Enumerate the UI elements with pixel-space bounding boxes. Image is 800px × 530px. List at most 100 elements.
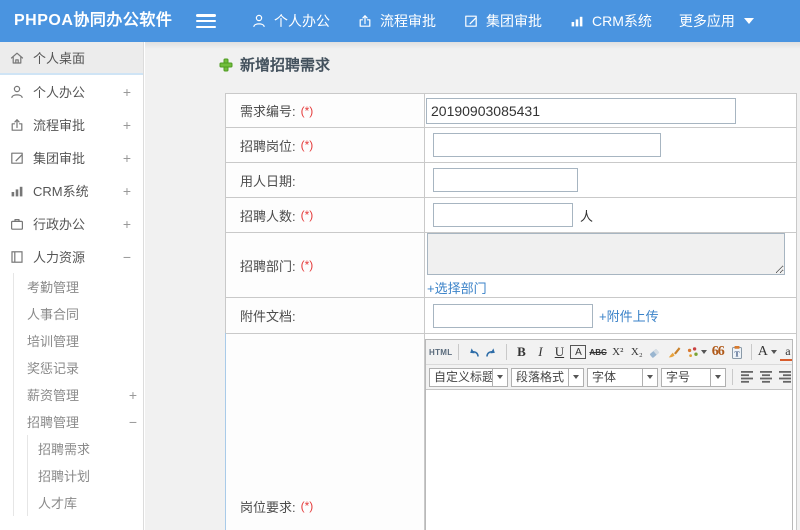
hamburger-menu-icon[interactable]	[196, 14, 216, 28]
sidebar-item-salary-mgmt[interactable]: 薪资管理 +	[14, 381, 143, 408]
svg-text:T: T	[734, 349, 739, 358]
superscript-button[interactable]: X²	[610, 343, 626, 361]
sidebar-item-label: 奖惩记录	[27, 361, 80, 376]
topbar-item-workflow-approval[interactable]: 流程审批	[357, 11, 436, 31]
topbar-item-more-apps[interactable]: 更多应用	[679, 11, 754, 31]
format-painter-icon[interactable]	[667, 343, 683, 361]
field-label-recruit-department: 招聘部门: (*)	[226, 233, 425, 297]
sidebar-item-label: 招聘计划	[38, 469, 91, 484]
sidebar-item-label: 个人桌面	[33, 51, 86, 66]
sidebar-item-training-mgmt[interactable]: 培训管理	[14, 327, 143, 354]
toolbar-separator	[506, 344, 508, 360]
heading-select[interactable]: 自定义标题	[429, 367, 508, 387]
field-label-job-requirements: 岗位要求: (*)	[226, 334, 425, 530]
field-value-cell	[425, 128, 796, 162]
underline-button[interactable]: U	[551, 343, 567, 361]
expand-plus-icon[interactable]: +	[123, 84, 137, 100]
sidebar-item-label: 集团审批	[33, 151, 86, 166]
expand-plus-icon[interactable]: +	[123, 183, 137, 199]
flow-icon	[9, 117, 25, 133]
sidebar-item-reward-punishment[interactable]: 奖惩记录	[14, 354, 143, 381]
sidebar: 个人桌面 个人办公 + 流程审批 + 集团审批 + CRM系统 + 行政办公 +	[0, 42, 144, 530]
request-number-input[interactable]	[426, 97, 736, 124]
sidebar-item-workflow-approval[interactable]: 流程审批 +	[0, 108, 143, 141]
align-left-icon[interactable]	[739, 368, 755, 386]
sidebar-item-label: CRM系统	[33, 184, 89, 199]
paste-icon[interactable]: T	[729, 343, 745, 361]
sidebar-item-attendance-mgmt[interactable]: 考勤管理	[14, 273, 143, 300]
editor-content-area[interactable]	[426, 390, 792, 530]
recruit-department-textarea[interactable]	[427, 233, 785, 275]
sidebar-item-personal-office[interactable]: 个人办公 +	[0, 75, 143, 108]
sidebar-item-admin-office[interactable]: 行政办公 +	[0, 207, 143, 240]
app-logo: PHPOA协同办公软件	[14, 12, 173, 29]
required-mark: (*)	[300, 138, 314, 152]
field-label-hire-date: 用人日期:	[226, 163, 425, 197]
expand-plus-icon[interactable]: +	[123, 216, 137, 232]
topbar-item-label: CRM系统	[592, 13, 652, 29]
undo-icon[interactable]	[465, 343, 481, 361]
field-value-cell	[425, 94, 796, 127]
attachment-upload-link[interactable]: +附件上传	[599, 306, 659, 325]
sidebar-item-talent-pool[interactable]: 人才库	[28, 489, 143, 516]
required-mark: (*)	[300, 499, 314, 513]
redo-icon[interactable]	[484, 343, 500, 361]
field-label: 招聘人数:	[240, 208, 296, 224]
recruitment-request-form: 需求编号: (*) 招聘岗位: (*) 用人日期:	[225, 93, 797, 530]
attachment-input[interactable]	[433, 303, 593, 328]
sidebar-item-crm-system[interactable]: CRM系统 +	[0, 174, 143, 207]
eraser-icon[interactable]	[648, 343, 664, 361]
paragraph-format-select[interactable]: 段落格式	[511, 367, 584, 387]
recruit-position-input[interactable]	[433, 133, 661, 157]
form-row: 招聘部门: (*) +选择部门	[226, 233, 796, 298]
italic-button[interactable]: I	[532, 343, 548, 361]
collapse-minus-icon[interactable]: −	[129, 414, 143, 430]
html-source-button[interactable]: HTML	[429, 343, 452, 361]
recruit-count-input[interactable]	[433, 203, 573, 227]
home-icon	[9, 50, 25, 66]
align-right-icon[interactable]	[777, 368, 792, 386]
blockquote-button[interactable]: 66	[710, 343, 726, 361]
font-style-box-button[interactable]: A	[570, 345, 587, 359]
subscript-button[interactable]: X₂	[629, 343, 645, 361]
field-label: 需求编号:	[240, 104, 296, 119]
topbar-item-label: 更多应用	[678, 13, 735, 29]
align-center-icon[interactable]	[758, 368, 774, 386]
topbar-item-group-approval[interactable]: 集团审批	[463, 11, 542, 31]
briefcase-icon	[9, 216, 25, 232]
expand-plus-icon[interactable]: +	[123, 150, 137, 166]
toolbar-separator	[750, 344, 752, 360]
expand-plus-icon[interactable]: +	[129, 387, 143, 403]
sidebar-item-personal-desktop[interactable]: 个人桌面	[0, 42, 143, 75]
sidebar-item-recruitment-plan[interactable]: 招聘计划	[28, 462, 143, 489]
sidebar-item-label: 招聘管理	[27, 415, 80, 430]
font-size-select[interactable]: 字号	[661, 367, 726, 387]
background-color-button[interactable]: a	[779, 343, 792, 361]
sidebar-item-label: 人才库	[38, 496, 78, 511]
color-palette-icon[interactable]	[686, 343, 707, 361]
sidebar-item-human-resources[interactable]: 人力资源 −	[0, 240, 143, 273]
field-label-attachment: 附件文档:	[226, 298, 425, 333]
collapse-minus-icon[interactable]: −	[123, 249, 137, 265]
form-row: 附件文档: +附件上传	[226, 298, 796, 334]
sidebar-item-recruitment-mgmt[interactable]: 招聘管理 −	[14, 408, 143, 435]
edit-icon	[463, 13, 479, 29]
topbar-nav: 个人办公 流程审批 集团审批 CRM系统 更多应用	[196, 0, 754, 42]
heading-select-value: 自定义标题	[429, 367, 493, 387]
sidebar-item-label: 个人办公	[33, 85, 86, 100]
strikethrough-button[interactable]: ABC	[589, 343, 606, 361]
hire-date-input[interactable]	[433, 168, 578, 192]
form-row: 招聘岗位: (*)	[226, 128, 796, 163]
sidebar-item-personnel-contract[interactable]: 人事合同	[14, 300, 143, 327]
sidebar-item-recruitment-request[interactable]: 招聘需求	[28, 435, 143, 462]
field-label-request-number: 需求编号: (*)	[226, 94, 425, 127]
topbar-item-crm-system[interactable]: CRM系统	[569, 11, 652, 31]
bold-button[interactable]: B	[513, 343, 529, 361]
font-family-select[interactable]: 字体	[587, 367, 658, 387]
topbar-item-personal-office[interactable]: 个人办公	[251, 11, 330, 31]
expand-plus-icon[interactable]: +	[123, 117, 137, 133]
sidebar-item-group-approval[interactable]: 集团审批 +	[0, 141, 143, 174]
font-color-button[interactable]: A	[758, 343, 777, 361]
topbar-item-label: 个人办公	[274, 13, 330, 29]
choose-department-link[interactable]: +选择部门	[427, 278, 487, 297]
